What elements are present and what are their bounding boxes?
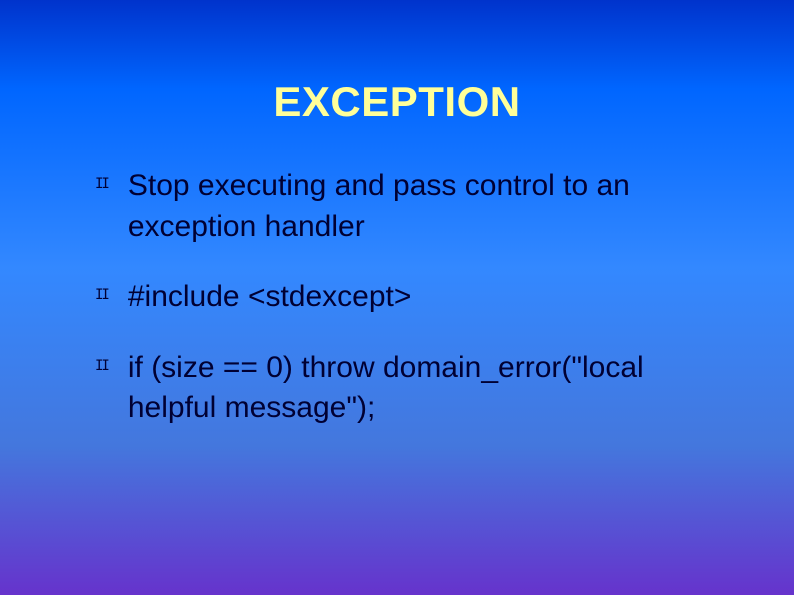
bullet-item: II #include <stdexcept> (95, 277, 714, 318)
slide-title: EXCEPTION (0, 0, 794, 166)
bullet-text: #include <stdexcept> (128, 277, 412, 318)
bullet-text: Stop executing and pass control to an ex… (128, 166, 714, 247)
bullet-text: if (size == 0) throw domain_error("local… (128, 348, 714, 429)
bullet-marker-icon: II (95, 176, 108, 192)
slide-container: EXCEPTION II Stop executing and pass con… (0, 0, 794, 595)
bullet-marker-icon: II (95, 287, 108, 303)
slide-content: II Stop executing and pass control to an… (0, 166, 794, 429)
bullet-marker-icon: II (95, 358, 108, 374)
bullet-item: II if (size == 0) throw domain_error("lo… (95, 348, 714, 429)
bullet-item: II Stop executing and pass control to an… (95, 166, 714, 247)
